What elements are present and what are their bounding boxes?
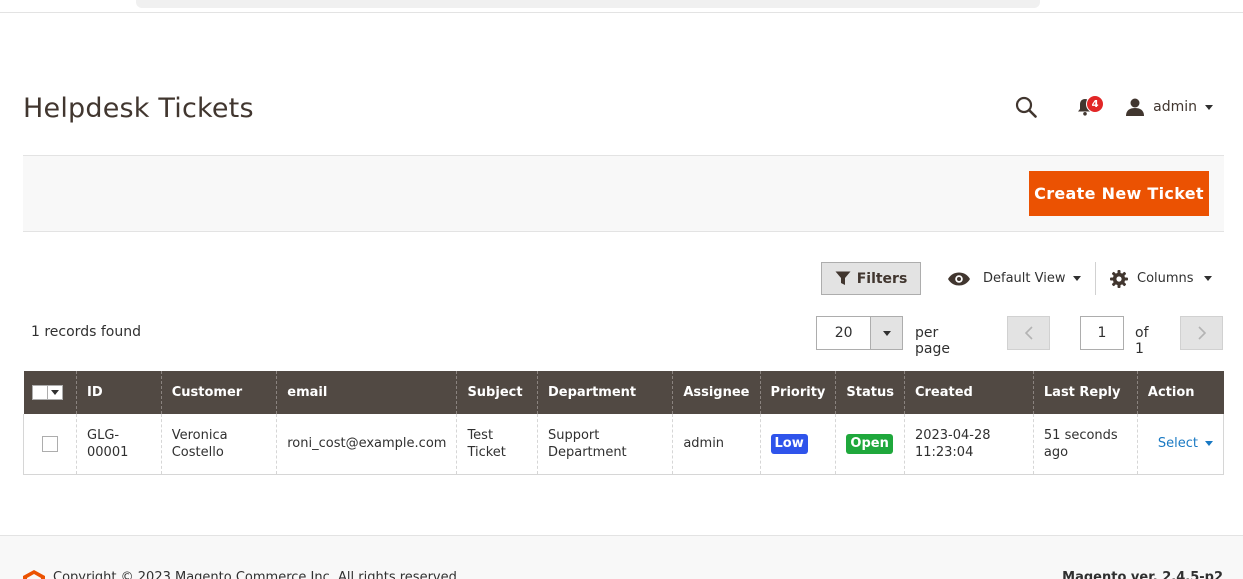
cell-action: Select: [1136, 414, 1225, 475]
mass-select-checkbox[interactable]: [33, 386, 48, 399]
chevron-down-icon: [1205, 441, 1213, 447]
chevron-left-icon: [1024, 326, 1033, 340]
status-badge: Open: [846, 433, 893, 454]
row-checkbox[interactable]: [42, 435, 58, 452]
column-header-last-reply[interactable]: Last Reply: [1032, 371, 1138, 414]
table-header-row: ID Customer email Subject Department Ass…: [23, 371, 1224, 414]
default-view-dropdown[interactable]: Default View: [947, 262, 1082, 295]
user-name: admin: [1153, 99, 1197, 115]
cell-customer: Veronica Costello: [160, 414, 277, 475]
per-page-value: 20: [834, 325, 853, 341]
chevron-down-icon: [1073, 276, 1082, 281]
column-header-priority[interactable]: Priority: [759, 371, 836, 414]
total-pages-label: of 1: [1135, 325, 1149, 357]
per-page-label: per page: [915, 325, 950, 357]
address-bar[interactable]: [136, 0, 1040, 8]
default-view-label: Default View: [983, 271, 1066, 286]
columns-label: Columns: [1137, 271, 1194, 286]
cell-department: Support Department: [536, 414, 673, 475]
header-actions: 4 admin: [1011, 90, 1213, 124]
columns-dropdown[interactable]: Columns: [1110, 262, 1212, 295]
cell-subject: Test Ticket: [456, 414, 538, 475]
subject-line-1: Test: [467, 427, 494, 443]
subject-line-2: Ticket: [467, 444, 506, 460]
filter-icon: [835, 271, 851, 285]
chevron-down-icon: [882, 330, 891, 336]
column-header-id[interactable]: ID: [76, 371, 162, 414]
filters-button[interactable]: Filters: [821, 262, 921, 295]
toolbar-divider: [1095, 262, 1096, 295]
mass-action-header: [23, 371, 77, 414]
gear-icon: [1110, 269, 1128, 288]
search-icon: [1016, 96, 1037, 118]
row-action-select[interactable]: Select: [1158, 435, 1213, 452]
cell-priority: Low: [759, 414, 836, 475]
priority-badge: Low: [770, 433, 808, 454]
department-line-1: Support: [547, 427, 600, 443]
column-header-action: Action: [1136, 371, 1224, 414]
create-new-ticket-button[interactable]: Create New Ticket: [1029, 171, 1209, 216]
created-date: 2023-04-28: [914, 427, 991, 443]
column-header-status[interactable]: Status: [835, 371, 905, 414]
browser-address-strip: [0, 0, 1243, 13]
column-header-created[interactable]: Created: [903, 371, 1034, 414]
grid-toolbar: Filters Default View Columns: [23, 262, 1224, 296]
row-select-cell: [23, 414, 77, 475]
page-actions-bar: Create New Ticket: [23, 155, 1224, 232]
page-footer: Copyright © 2023 Magento Commerce Inc. A…: [0, 535, 1243, 579]
user-account-menu[interactable]: admin: [1125, 98, 1213, 116]
next-page-button[interactable]: [1180, 316, 1223, 350]
last-reply-line-2: ago: [1043, 444, 1069, 460]
created-time: 11:23:04: [914, 444, 974, 460]
footer-copyright: Copyright © 2023 Magento Commerce Inc. A…: [53, 570, 461, 579]
mass-select-dropdown[interactable]: [31, 385, 63, 400]
page-title: Helpdesk Tickets: [23, 93, 254, 124]
per-page-dropdown-toggle[interactable]: [870, 317, 902, 349]
column-header-email[interactable]: email: [276, 371, 457, 414]
cell-email: roni_cost@example.com: [276, 414, 457, 475]
department-line-2: Department: [547, 444, 627, 460]
customer-last-name: Costello: [171, 444, 224, 460]
tickets-grid: ID Customer email Subject Department Ass…: [23, 371, 1225, 475]
row-action-label: Select: [1157, 436, 1198, 452]
column-header-customer[interactable]: Customer: [160, 371, 277, 414]
user-icon: [1126, 98, 1145, 116]
last-reply-line-1: 51 seconds: [1043, 427, 1118, 443]
records-found-count: 1 records found: [31, 324, 141, 340]
footer-version: Magento ver. 2.4.5-p2: [1062, 570, 1223, 579]
global-search-button[interactable]: [1011, 92, 1041, 122]
column-header-department[interactable]: Department: [536, 371, 673, 414]
chevron-down-icon: [1203, 276, 1212, 281]
current-page-input[interactable]: [1080, 316, 1124, 350]
magento-logo-icon: [23, 570, 45, 579]
mass-select-toggle[interactable]: [48, 386, 62, 399]
column-header-subject[interactable]: Subject: [456, 371, 538, 414]
table-row: GLG-00001 Veronica Costello roni_cost@exa…: [23, 414, 1225, 475]
cell-created: 2023-04-28 11:23:04: [903, 414, 1034, 475]
column-header-assignee[interactable]: Assignee: [672, 371, 760, 414]
previous-page-button[interactable]: [1007, 316, 1050, 350]
chevron-down-icon: [1205, 104, 1213, 110]
cell-last-reply: 51 seconds ago: [1032, 414, 1138, 475]
cell-status: Open: [835, 414, 905, 475]
chevron-right-icon: [1197, 326, 1206, 340]
cell-id: GLG-00001: [76, 414, 162, 475]
customer-first-name: Veronica: [171, 427, 228, 443]
per-page-select[interactable]: 20: [816, 316, 903, 350]
notifications-button[interactable]: 4: [1073, 92, 1105, 122]
chevron-down-icon: [50, 390, 59, 395]
eye-icon: [948, 272, 970, 285]
filters-label: Filters: [856, 270, 908, 287]
cell-assignee: admin: [672, 414, 760, 475]
notifications-count-badge: 4: [1086, 95, 1105, 113]
